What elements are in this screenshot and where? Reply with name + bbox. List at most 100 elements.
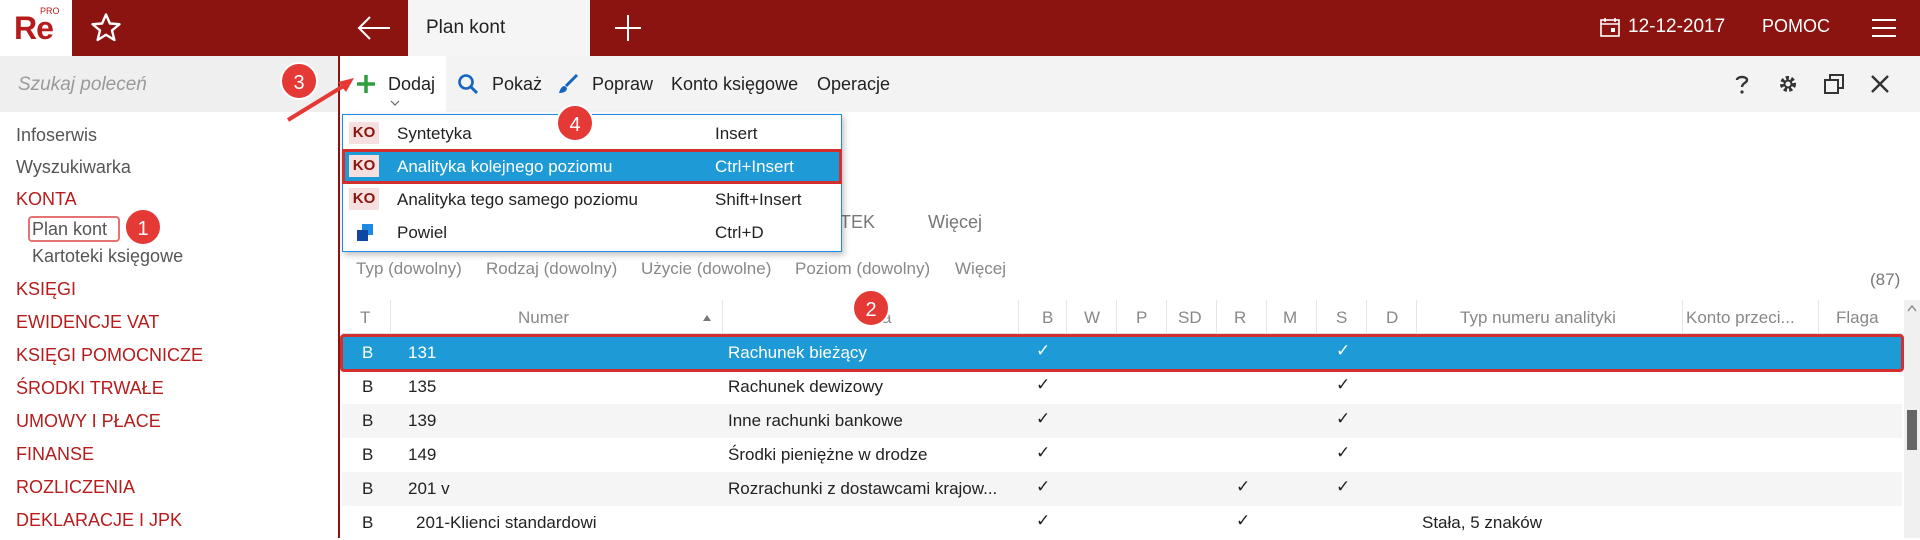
menu-item-shortcut: Shift+Insert — [715, 190, 802, 209]
scroll-up-icon[interactable] — [1907, 304, 1917, 312]
duplicate-icon — [357, 224, 373, 241]
menu-item-shortcut: Ctrl+Insert — [715, 157, 794, 176]
sidebar-item-ksiegi-pomocnicze[interactable]: KSIĘGI POMOCNICZE — [16, 345, 203, 366]
menu-item-shortcut: Ctrl+D — [715, 223, 764, 242]
table-row[interactable]: B 139 Inne rachunki bankowe ✓ ✓ — [342, 404, 1902, 438]
menu-item-analityka-tego-samego[interactable]: KO Analityka tego samego poziomu Shift+I… — [343, 183, 841, 216]
sidebar-item-deklaracje-jpk[interactable]: DEKLARACJE I JPK — [16, 510, 182, 531]
menu-item-label: Powiel — [397, 223, 448, 242]
check-b-icon: ✓ — [1036, 375, 1051, 394]
cell-t: B — [362, 343, 374, 362]
brush-icon — [559, 73, 579, 93]
new-tab-plus-icon[interactable] — [612, 12, 644, 44]
check-r-icon: ✓ — [1236, 511, 1251, 530]
filter-uzycie[interactable]: Użycie (dowolne) — [641, 259, 771, 279]
chevron-down-icon — [390, 100, 400, 106]
filter-more[interactable]: Więcej — [955, 259, 1006, 279]
menu-item-label: Syntetyka — [397, 124, 472, 143]
col-r[interactable]: R — [1234, 308, 1246, 328]
sidebar-item-wyszukiwarka[interactable]: Wyszukiwarka — [16, 157, 131, 178]
question-icon[interactable] — [1730, 72, 1754, 96]
search-icon — [458, 74, 479, 95]
menu-item-label: Analityka tego samego poziomu — [397, 190, 638, 209]
show-button[interactable]: Pokaż — [492, 74, 542, 95]
col-d[interactable]: D — [1386, 308, 1398, 328]
cell-t: B — [362, 513, 374, 532]
col-s[interactable]: S — [1336, 308, 1347, 328]
ko-badge-icon: KO — [349, 188, 379, 210]
close-icon[interactable] — [1868, 72, 1892, 96]
col-t[interactable]: T — [360, 308, 370, 328]
cell-nazwa: Inne rachunki bankowe — [728, 411, 903, 430]
col-typ-numeru[interactable]: Typ numeru analityki — [1460, 308, 1616, 328]
sidebar-item-umowy-place[interactable]: UMOWY I PŁACE — [16, 411, 161, 432]
table-header: T Numer Na a B W P SD R M S D Typ numeru… — [342, 300, 1902, 334]
col-b[interactable]: B — [1042, 308, 1053, 328]
star-icon[interactable] — [88, 10, 124, 46]
logo-sup: PRO — [40, 6, 60, 16]
current-date[interactable]: 12-12-2017 — [1628, 16, 1725, 38]
cell-nazwa: Rozrachunki z dostawcami krajow... — [728, 479, 998, 498]
col-m[interactable]: M — [1283, 308, 1297, 328]
calendar-icon[interactable] — [1600, 17, 1620, 37]
menu-item-powiel[interactable]: Powiel Ctrl+D — [343, 216, 841, 249]
restore-window-icon[interactable] — [1822, 72, 1846, 96]
table-row[interactable]: B 131 Rachunek bieżący ✓ ✓ — [340, 334, 1904, 372]
gear-icon[interactable] — [1776, 72, 1800, 96]
sort-asc-icon — [703, 315, 711, 321]
col-konto-przeci[interactable]: Konto przeci... — [1686, 308, 1795, 328]
callout-4: 4 — [556, 104, 594, 142]
menu-item-analityka-kolejnego[interactable]: KO Analityka kolejnego poziomu Ctrl+Inse… — [342, 149, 842, 184]
filter-poziom[interactable]: Poziom (dowolny) — [795, 259, 930, 279]
col-flaga[interactable]: Flaga — [1836, 308, 1879, 328]
top-bar: Re PRO Plan kont 12-12-2017 POMOC — [0, 0, 1920, 56]
sidebar-item-finanse[interactable]: FINANSE — [16, 444, 94, 465]
menu-item-shortcut: Insert — [715, 124, 758, 143]
cell-t: B — [362, 479, 374, 498]
back-arrow-icon[interactable] — [356, 12, 392, 44]
hamburger-menu-icon[interactable] — [1870, 16, 1898, 40]
menu-item-label: Analityka kolejnego poziomu — [397, 157, 613, 176]
sidebar-item-konta[interactable]: KONTA — [16, 189, 77, 210]
sidebar-item-ewidencje-vat[interactable]: EWIDENCJE VAT — [16, 312, 159, 333]
filter-typ[interactable]: Typ (dowolny) — [356, 259, 462, 279]
search-placeholder: Szukaj poleceń — [18, 74, 147, 95]
col-p[interactable]: P — [1136, 308, 1147, 328]
sidebar-item-plan-kont[interactable]: Plan kont — [32, 219, 107, 240]
tab-plan-kont[interactable]: Plan kont — [408, 0, 590, 56]
app-logo[interactable]: Re PRO — [0, 0, 72, 56]
sidebar-item-kartoteki[interactable]: Kartoteki księgowe — [32, 246, 183, 267]
check-s-icon: ✓ — [1336, 477, 1351, 496]
col-w[interactable]: W — [1084, 308, 1100, 328]
cell-numer: 139 — [408, 411, 437, 430]
table-row[interactable]: B 135 Rachunek dewizowy ✓ ✓ — [342, 370, 1902, 404]
table-row[interactable]: B 201-Klienci standardowi ✓ ✓ Stała, 5 z… — [342, 506, 1902, 540]
check-s-icon: ✓ — [1336, 409, 1351, 428]
cell-numer: 135 — [408, 377, 437, 396]
cell-numer: 201-Klienci standardowi — [416, 513, 597, 532]
table-row[interactable]: B 149 Środki pieniężne w drodze ✓ ✓ — [342, 438, 1902, 472]
filter-rodzaj[interactable]: Rodzaj (dowolny) — [486, 259, 617, 279]
table-scrollbar[interactable] — [1904, 300, 1920, 538]
scroll-thumb[interactable] — [1907, 410, 1917, 450]
cell-numer: 149 — [408, 445, 437, 464]
col-sd[interactable]: SD — [1178, 308, 1202, 328]
col-numer[interactable]: Numer — [518, 308, 569, 328]
table-row[interactable]: B 201 v Rozrachunki z dostawcami krajow.… — [342, 472, 1902, 506]
edit-button[interactable]: Popraw — [592, 74, 653, 95]
sidebar-item-infoserwis[interactable]: Infoserwis — [16, 125, 97, 146]
cell-t: B — [362, 411, 374, 430]
check-s-icon: ✓ — [1336, 443, 1351, 462]
tab-more[interactable]: Więcej — [928, 212, 982, 233]
operations-button[interactable]: Operacje — [817, 74, 890, 95]
tab-partial[interactable]: TEK — [840, 212, 875, 233]
check-b-icon: ✓ — [1036, 477, 1051, 496]
sidebar-item-rozliczenia[interactable]: ROZLICZENIA — [16, 477, 135, 498]
cell-numer: 131 — [408, 343, 437, 362]
callout-3: 3 — [280, 62, 318, 100]
cell-nazwa: Rachunek dewizowy — [728, 377, 883, 396]
help-link[interactable]: POMOC — [1762, 16, 1830, 37]
sidebar-item-ksiegi[interactable]: KSIĘGI — [16, 279, 76, 300]
ledger-account-button[interactable]: Konto księgowe — [671, 74, 798, 95]
sidebar-item-srodki-trwale[interactable]: ŚRODKI TRWAŁE — [16, 378, 164, 399]
